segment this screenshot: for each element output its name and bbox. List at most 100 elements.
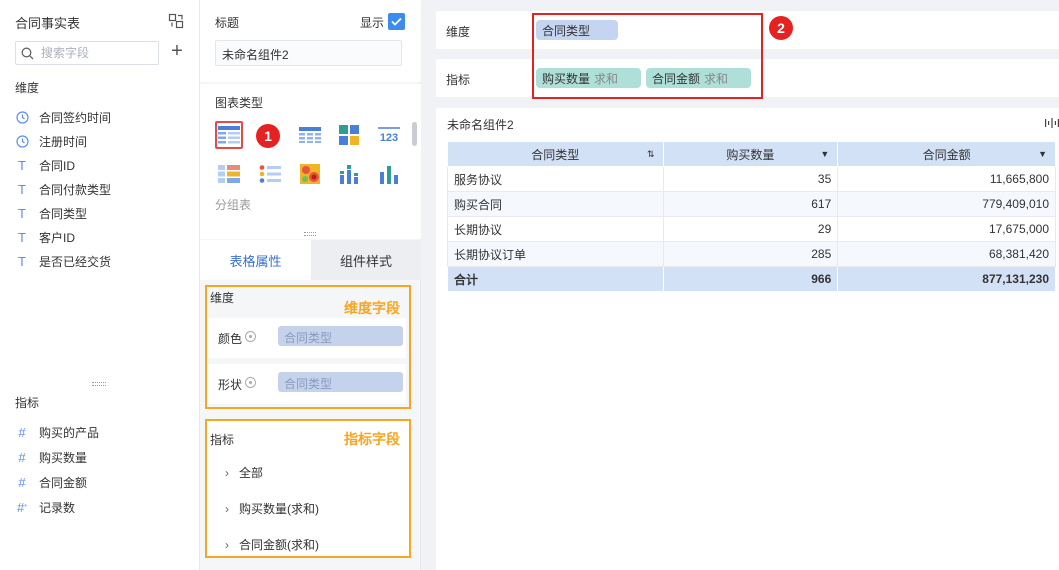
field-item[interactable]: # * 记录数 xyxy=(15,497,75,517)
column-header[interactable]: 合同类型 ⇅ xyxy=(447,141,664,167)
show-title-checkbox[interactable] xyxy=(388,13,405,30)
field-item[interactable]: # 购买数量 xyxy=(15,447,87,467)
metric-shelf-label: 指标 xyxy=(446,73,471,87)
chevron-right-icon: › xyxy=(225,465,229,480)
search-icon xyxy=(21,47,34,63)
metric-item-label: 购买数量(求和) xyxy=(239,502,319,516)
bar-chart-icon xyxy=(380,166,398,184)
sort-icon[interactable]: ⇅ xyxy=(647,149,655,160)
column-header[interactable]: 合同金额 ▼ xyxy=(837,141,1056,167)
component-title: 未命名组件2 xyxy=(447,118,514,132)
caret-down-icon[interactable]: ▼ xyxy=(1038,149,1047,159)
field-label: 客户ID xyxy=(39,230,76,245)
table-cell: 35 xyxy=(662,166,839,192)
preview-area: 维度 合同类型 指标 购买数量 求和 合同金额 求和 2 未命名组件2 合同类型 ⇅ … xyxy=(421,0,1059,570)
color-field-pill[interactable]: 合同类型 xyxy=(278,326,403,346)
add-field-button[interactable]: + xyxy=(168,41,186,61)
shelf-highlight-box xyxy=(532,13,763,99)
field-item[interactable]: T 合同ID xyxy=(15,155,75,175)
resize-handle[interactable] xyxy=(304,232,316,236)
chart-type-color-table[interactable] xyxy=(256,160,284,188)
table-row: 购买合同 617 779,409,010 xyxy=(447,191,1056,217)
step-badge-2: 2 xyxy=(769,16,793,40)
clock-icon xyxy=(15,110,29,124)
color-label: 颜色 xyxy=(218,332,243,346)
cross-table-icon xyxy=(339,125,359,145)
dimension-fields-box: 维度 维度字段 颜色 合同类型 形状 合同类型 xyxy=(205,285,411,409)
calculated-number-icon: # * xyxy=(17,499,27,515)
chart-type-heatmap[interactable] xyxy=(296,160,324,188)
step-badge-1: 1 xyxy=(256,124,280,148)
component-name-input[interactable]: 未命名组件2 xyxy=(215,40,402,66)
field-item[interactable]: # 合同金额 xyxy=(15,472,87,492)
component-card: 未命名组件2 合同类型 ⇅ 购买数量 ▼ 合同金额 ▼ 服务协议 35 11,665,… xyxy=(436,108,1059,570)
chart-type-section: 图表类型 1 123 分组表 xyxy=(200,84,421,239)
text-type-icon: T xyxy=(18,181,26,197)
chart-types-scrollbar[interactable] xyxy=(412,122,417,146)
search-box xyxy=(15,41,159,65)
chart-type-stacked-bar[interactable] xyxy=(335,160,363,188)
field-label: 合同类型 xyxy=(39,206,88,221)
column-header-label: 购买数量 xyxy=(726,147,775,162)
table-cell: 68,381,420 xyxy=(837,241,1056,267)
table-total-row: 合计 966 877,131,230 xyxy=(447,266,1056,292)
chart-type-label: 图表类型 xyxy=(215,96,264,110)
field-item[interactable]: 合同签约时间 xyxy=(15,107,111,127)
dimension-annotation: 维度字段 xyxy=(344,300,400,316)
metric-card-icon xyxy=(218,165,240,183)
chart-type-kpi[interactable]: 123 xyxy=(375,121,403,149)
data-table: 合同类型 ⇅ 购买数量 ▼ 合同金额 ▼ 服务协议 35 11,665,800 购买合… xyxy=(447,141,1056,292)
caret-down-icon[interactable]: ▼ xyxy=(820,149,829,159)
metric-item-amount[interactable]: › 合同金额(求和) xyxy=(225,536,319,553)
column-width-icon[interactable] xyxy=(1045,117,1059,131)
title-section: 标题 显示 未命名组件2 xyxy=(200,0,421,82)
chart-type-detail-table[interactable] xyxy=(296,121,324,149)
metric-item-quantity[interactable]: › 购买数量(求和) xyxy=(225,500,319,517)
metric-annotation: 指标字段 xyxy=(344,431,400,447)
field-label: 合同ID xyxy=(39,158,76,173)
group-table-icon xyxy=(218,126,240,144)
column-header-label: 合同类型 xyxy=(531,147,580,162)
field-label: 合同付款类型 xyxy=(39,182,112,197)
checkmark-icon xyxy=(391,17,402,26)
metric-fields-box: 指标 指标字段 › 全部 › 购买数量(求和) › 合同金额(求和) xyxy=(205,419,411,558)
settings-icon[interactable] xyxy=(245,331,256,342)
field-item[interactable]: T 客户ID xyxy=(15,227,75,247)
chart-type-bar[interactable] xyxy=(375,160,403,188)
field-item[interactable]: # 购买的产品 xyxy=(15,422,99,442)
title-label: 标题 xyxy=(215,16,240,30)
field-label: 合同金额 xyxy=(39,475,88,490)
chart-type-metric-card[interactable] xyxy=(215,160,243,188)
table-cell: 11,665,800 xyxy=(837,166,1056,192)
table-cell: 长期协议订单 xyxy=(447,241,664,267)
switch-dataset-icon[interactable] xyxy=(168,13,184,29)
field-label: 购买数量 xyxy=(39,450,88,465)
table-cell: 服务协议 xyxy=(447,166,664,192)
chart-type-cross-table[interactable] xyxy=(335,121,363,149)
column-header[interactable]: 购买数量 ▼ xyxy=(662,141,839,167)
field-item[interactable]: T 合同付款类型 xyxy=(15,179,111,199)
metric-box-label: 指标 xyxy=(210,433,235,447)
number-type-icon: # xyxy=(18,474,26,490)
field-label: 合同签约时间 xyxy=(39,110,112,125)
text-type-icon: T xyxy=(18,253,26,269)
dataset-title: 合同事实表 xyxy=(15,16,81,31)
field-item[interactable]: T 合同类型 xyxy=(15,203,87,223)
field-item[interactable]: T 是否已经交货 xyxy=(15,251,111,271)
column-header-label: 合同金额 xyxy=(922,147,971,162)
field-label: 记录数 xyxy=(39,500,76,515)
text-type-icon: T xyxy=(18,229,26,245)
panel-splitter[interactable] xyxy=(92,382,106,386)
settings-icon[interactable] xyxy=(245,377,256,388)
search-input[interactable] xyxy=(41,45,151,61)
text-type-icon: T xyxy=(18,157,26,173)
chart-type-group-table[interactable] xyxy=(215,121,243,149)
tab-table-properties[interactable]: 表格属性 xyxy=(200,240,311,280)
field-label: 注册时间 xyxy=(39,134,88,149)
field-item[interactable]: 注册时间 xyxy=(15,131,87,151)
field-label: 是否已经交货 xyxy=(39,254,112,269)
metric-item-all[interactable]: › 全部 xyxy=(225,464,263,481)
tab-component-style[interactable]: 组件样式 xyxy=(311,240,421,280)
shape-field-pill[interactable]: 合同类型 xyxy=(278,372,403,392)
table-cell: 购买合同 xyxy=(447,191,664,217)
